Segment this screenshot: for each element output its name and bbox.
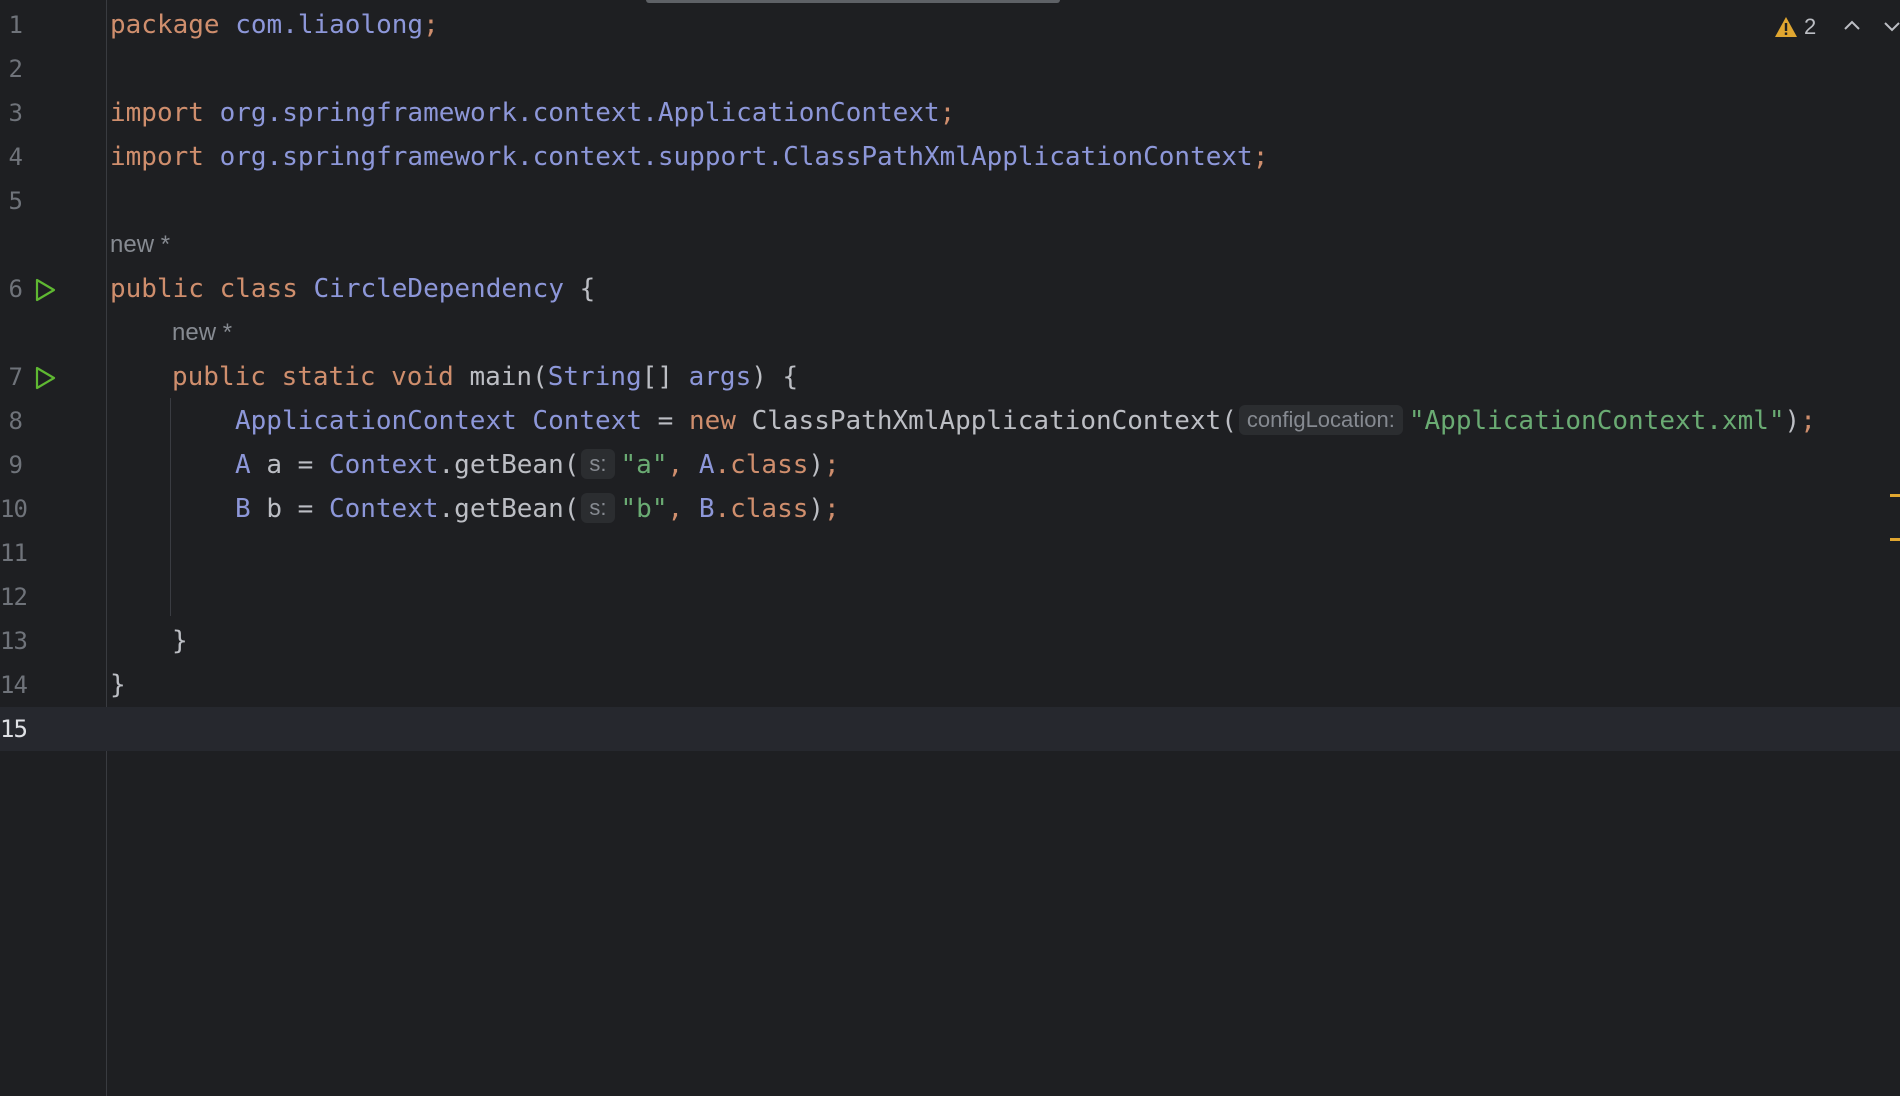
code-vision-hint[interactable]: new * bbox=[110, 223, 170, 267]
code-line-10[interactable]: 10 B b = Context.getBean(s: "b", B.class)… bbox=[0, 487, 1900, 531]
code-line-5[interactable]: 5 bbox=[0, 179, 1900, 223]
code-line-3[interactable]: 3 import org.springframework.context.App… bbox=[0, 91, 1900, 135]
code-line-6[interactable]: 6 public class CircleDependency { bbox=[0, 267, 1900, 311]
code-line-7[interactable]: 7 public static void main(String[] args)… bbox=[0, 355, 1900, 399]
code-text[interactable]: } bbox=[110, 663, 126, 707]
code-line-4[interactable]: 4 import org.springframework.context.sup… bbox=[0, 135, 1900, 179]
run-icon[interactable] bbox=[32, 277, 58, 303]
code-text[interactable]: public class CircleDependency { bbox=[110, 267, 595, 311]
code-line-11[interactable]: 11 bbox=[0, 531, 1900, 575]
code-line-14[interactable]: 14 } bbox=[0, 663, 1900, 707]
code-text[interactable]: A a = Context.getBean(s: "a", A.class); bbox=[235, 443, 840, 487]
line-number: 5 bbox=[8, 187, 23, 215]
line-number: 2 bbox=[8, 55, 23, 83]
line-number: 13 bbox=[0, 627, 28, 655]
line-number: 10 bbox=[0, 495, 28, 523]
code-text[interactable]: package com.liaolong; bbox=[110, 3, 439, 47]
line-number: 9 bbox=[8, 451, 23, 479]
code-vision-row: new * bbox=[0, 311, 1900, 355]
code-line-13[interactable]: 13 } bbox=[0, 619, 1900, 663]
code-text[interactable]: import org.springframework.context.Appli… bbox=[110, 91, 955, 135]
parameter-hint: configLocation: bbox=[1238, 405, 1403, 435]
line-number: 14 bbox=[0, 671, 28, 699]
parameter-hint: s: bbox=[581, 493, 615, 523]
code-text[interactable]: ApplicationContext Context = new ClassPa… bbox=[235, 399, 1816, 443]
line-number: 3 bbox=[8, 99, 23, 127]
line-number: 12 bbox=[0, 583, 28, 611]
parameter-hint: s: bbox=[581, 449, 615, 479]
code-line-1[interactable]: 1 package com.liaolong; bbox=[0, 3, 1900, 47]
code-line-15[interactable]: 15 bbox=[0, 707, 1900, 751]
line-number: 11 bbox=[0, 539, 28, 567]
code-text[interactable]: import org.springframework.context.suppo… bbox=[110, 135, 1268, 179]
code-editor[interactable]: 2 1 package com.liaolong; 2 3 import org… bbox=[0, 0, 1900, 1096]
line-number: 4 bbox=[8, 143, 23, 171]
code-vision-hint[interactable]: new * bbox=[172, 311, 232, 355]
code-text[interactable]: } bbox=[172, 619, 188, 663]
line-number: 1 bbox=[8, 11, 23, 39]
code-text[interactable]: public static void main(String[] args) { bbox=[172, 355, 798, 399]
code-line-2[interactable]: 2 bbox=[0, 47, 1900, 91]
code-line-12[interactable]: 12 bbox=[0, 575, 1900, 619]
code-vision-row: new * bbox=[0, 223, 1900, 267]
line-number: 7 bbox=[8, 363, 23, 391]
line-number: 8 bbox=[8, 407, 23, 435]
run-icon[interactable] bbox=[32, 365, 58, 391]
code-line-9[interactable]: 9 A a = Context.getBean(s: "a", A.class); bbox=[0, 443, 1900, 487]
code-line-8[interactable]: 8 ApplicationContext Context = new Class… bbox=[0, 399, 1900, 443]
code-text[interactable]: B b = Context.getBean(s: "b", B.class); bbox=[235, 487, 840, 531]
line-number: 15 bbox=[0, 715, 28, 743]
line-number: 6 bbox=[8, 275, 23, 303]
